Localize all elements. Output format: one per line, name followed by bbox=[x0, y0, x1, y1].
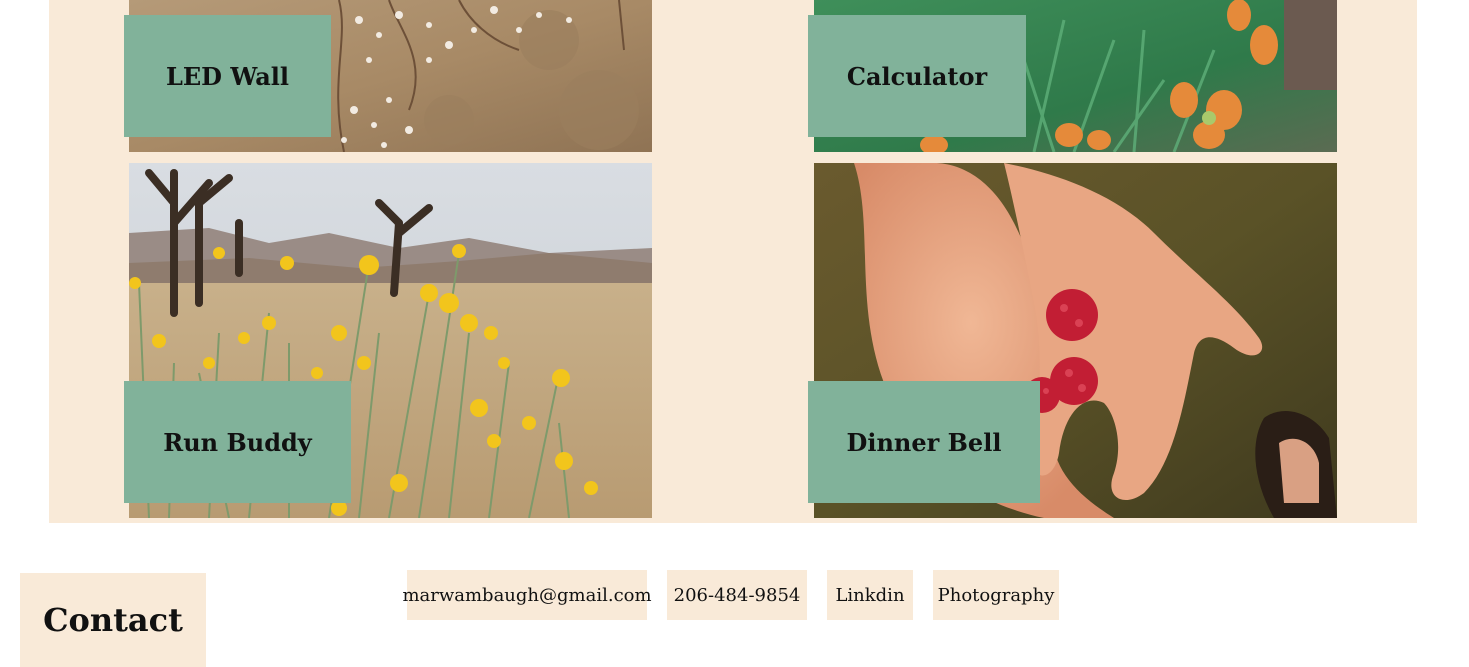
contact-link-photography[interactable]: Photography bbox=[933, 570, 1059, 620]
contact-heading: Contact bbox=[20, 573, 206, 667]
contact-link-linkedin[interactable]: Linkdin bbox=[827, 570, 913, 620]
project-title-led-wall[interactable]: LED Wall bbox=[124, 15, 331, 137]
contact-link-email[interactable]: marwambaugh@gmail.com bbox=[402, 570, 652, 620]
project-title-dinner-bell[interactable]: Dinner Bell bbox=[808, 381, 1040, 503]
contact-link-phone[interactable]: 206-484-9854 bbox=[667, 570, 807, 620]
project-title-calculator[interactable]: Calculator bbox=[808, 15, 1026, 137]
project-title-run-buddy[interactable]: Run Buddy bbox=[124, 381, 351, 503]
